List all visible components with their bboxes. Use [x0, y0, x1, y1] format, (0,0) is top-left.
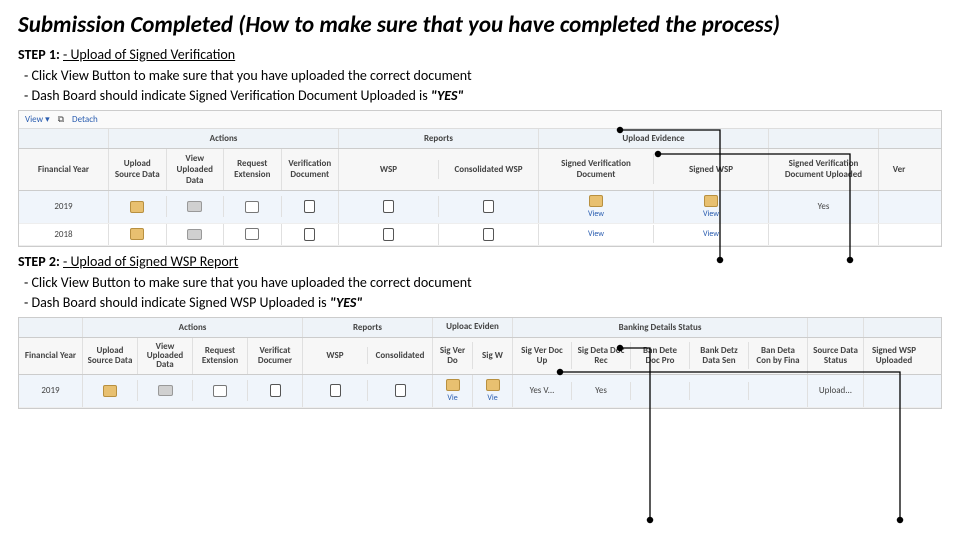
document-icon[interactable] [304, 200, 315, 213]
detach-icon[interactable]: ⧉ [58, 114, 64, 125]
folder-icon[interactable] [486, 379, 500, 391]
document-icon[interactable] [304, 228, 315, 241]
view-menu[interactable]: View ▾ [25, 114, 50, 125]
document-icon[interactable] [383, 228, 394, 241]
calendar-icon[interactable] [245, 228, 259, 240]
step1-bullets: Click View Button to make sure that you … [24, 67, 942, 104]
upload-icon[interactable] [103, 385, 117, 397]
step2-bullet-2: Dash Board should indicate Signed WSP Up… [24, 294, 942, 311]
step1-bullet-2: Dash Board should indicate Signed Verifi… [24, 87, 942, 104]
svdu-value: Yes [769, 191, 879, 223]
upload-icon[interactable] [130, 201, 144, 213]
document-icon[interactable] [330, 384, 341, 397]
view-data-icon[interactable] [158, 385, 173, 396]
step1-bullet-1: Click View Button to make sure that you … [24, 67, 942, 84]
dashboard-2: Actions Reports Uploac Eviden Banking De… [18, 317, 942, 409]
folder-icon[interactable] [589, 195, 603, 207]
step1-heading: STEP 1: - Upload of Signed Verification [18, 46, 942, 63]
calendar-icon[interactable] [245, 201, 259, 213]
step2-heading: STEP 2: - Upload of Signed WSP Report [18, 253, 942, 270]
detach-button[interactable]: Detach [72, 114, 98, 125]
document-icon[interactable] [395, 384, 406, 397]
table-row: 2018 View View [19, 224, 941, 246]
view-link[interactable]: Vie [447, 393, 457, 403]
table-row: 2019 Vie Vie Yes V... Yes [19, 375, 941, 408]
view-link[interactable]: View [703, 229, 719, 239]
view-data-icon[interactable] [187, 229, 202, 240]
document-icon[interactable] [483, 200, 494, 213]
view-link[interactable]: Vie [487, 393, 497, 403]
page-title: Submission Completed (How to make sure t… [18, 12, 942, 40]
view-link[interactable]: View [703, 209, 719, 219]
signed-wsp-uploaded-value [864, 375, 924, 407]
view-link[interactable]: View [588, 209, 604, 219]
step2-bullet-1: Click View Button to make sure that you … [24, 274, 942, 291]
table-row: 2019 View View Yes [19, 191, 941, 224]
col-financial-year: Financial Year [19, 149, 109, 190]
col-signed-wsp-uploaded: Signed WSP Uploaded [864, 338, 924, 374]
dashboard-1: View ▾ ⧉ Detach Actions Reports Upload E… [18, 110, 942, 247]
folder-icon[interactable] [704, 195, 718, 207]
folder-icon[interactable] [446, 379, 460, 391]
view-link[interactable]: View [588, 229, 604, 239]
upload-icon[interactable] [130, 228, 144, 240]
document-icon[interactable] [483, 228, 494, 241]
step2-bullets: Click View Button to make sure that you … [24, 274, 942, 311]
document-icon[interactable] [383, 200, 394, 213]
col-svdu: Signed Verification Document Uploaded [769, 149, 879, 190]
calendar-icon[interactable] [213, 385, 227, 397]
document-icon[interactable] [270, 384, 281, 397]
view-data-icon[interactable] [187, 201, 202, 212]
